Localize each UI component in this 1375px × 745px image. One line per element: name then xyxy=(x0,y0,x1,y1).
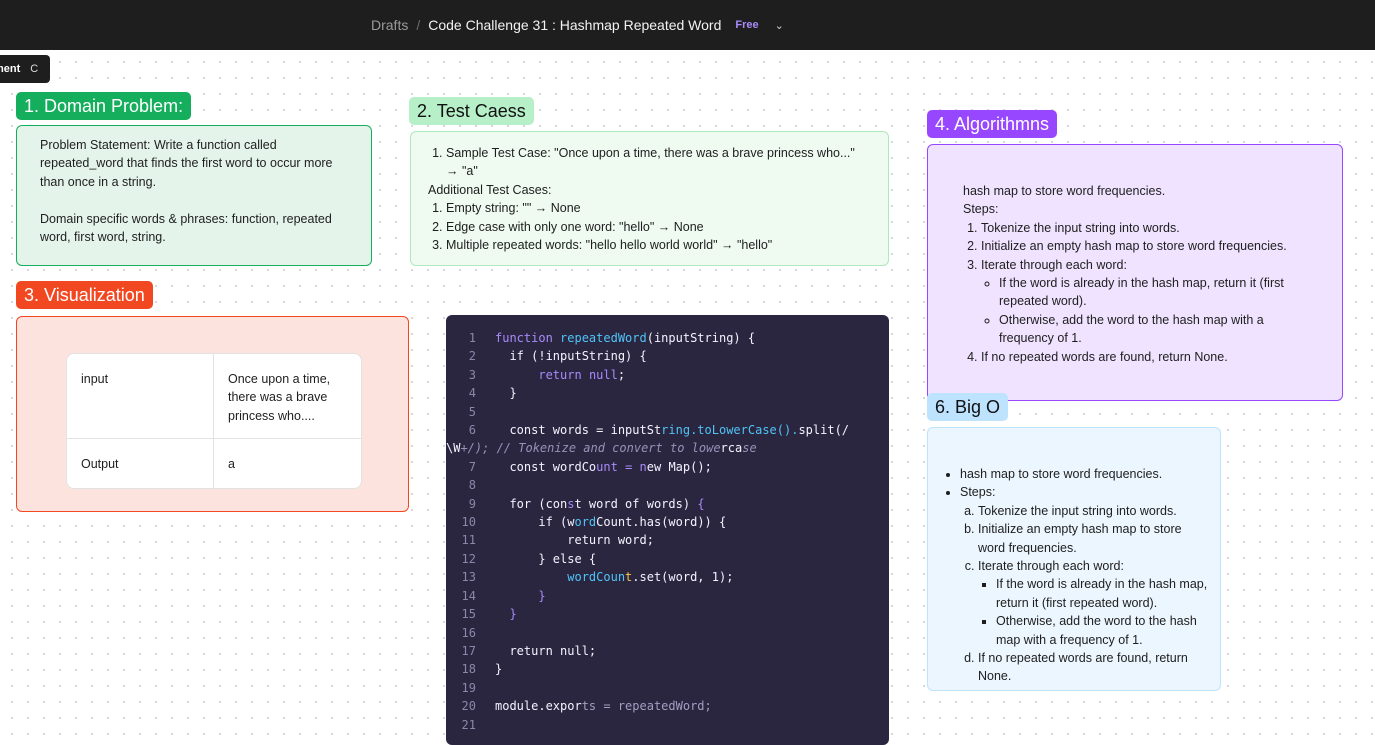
algorithm-substep: If the word is already in the hash map, … xyxy=(999,274,1322,311)
code-line: 18} xyxy=(461,662,503,677)
code-line: 10 if (wordCount.has(word)) { xyxy=(461,515,727,530)
table-row: input Once upon a time, there was a brav… xyxy=(67,354,361,439)
code-block[interactable]: 1 function repeatedWord(inputString) { 2 … xyxy=(446,315,889,745)
test-cases-sticky[interactable]: Sample Test Case: "Once upon a time, the… xyxy=(410,131,889,266)
algorithm-step: Initialize an empty hash map to store wo… xyxy=(981,237,1322,255)
code-lines: 1 function repeatedWord(inputString) { 2 … xyxy=(446,329,889,734)
algorithms-sticky[interactable]: hash map to store word frequencies. Step… xyxy=(927,144,1343,401)
code-line: 7 const wordCount = new Map(); xyxy=(468,459,712,474)
breadcrumb-separator: / xyxy=(416,17,421,33)
big-o-label[interactable]: 6. Big O xyxy=(927,393,1009,421)
domain-problem-sticky[interactable]: Problem Statement: Write a function call… xyxy=(16,125,372,266)
code-line: 14 } xyxy=(461,588,546,603)
test-cases-label[interactable]: 2. Test Caess xyxy=(409,97,534,125)
code-line: 15 } xyxy=(461,607,517,622)
breadcrumb: Drafts / Code Challenge 31 : Hashmap Rep… xyxy=(371,0,784,50)
plan-badge[interactable]: Free xyxy=(735,19,758,31)
algorithm-step: If no repeated words are found, return N… xyxy=(981,348,1322,366)
code-line: 21 xyxy=(461,717,476,732)
tooltip: ment C xyxy=(0,55,50,83)
big-o-bullet: Steps: Tokenize the input string into wo… xyxy=(960,483,1210,685)
table-cell: a xyxy=(228,457,235,471)
algorithm-step: Iterate through each word: If the word i… xyxy=(981,256,1322,348)
code-line: 16 xyxy=(461,625,476,640)
top-bar: ) Drafts / Code Challenge 31 : Hashmap R… xyxy=(0,0,1375,50)
algorithms-intro: hash map to store word frequencies. xyxy=(963,184,1166,198)
big-o-step: Iterate through each word: If the word i… xyxy=(978,557,1210,649)
visualization-sticky[interactable]: input Once upon a time, there was a brav… xyxy=(16,316,409,512)
additional-heading: Additional Test Cases: xyxy=(428,182,552,197)
io-table[interactable]: input Once upon a time, there was a brav… xyxy=(66,353,362,489)
big-o-steps-heading: Steps: xyxy=(960,485,996,500)
table-cell: Once upon a time, there was a brave prin… xyxy=(213,354,361,439)
table-cell: Output xyxy=(67,438,214,488)
code-line: 2 if (!inputString) { xyxy=(468,349,647,364)
problem-statement: Problem Statement: Write a function call… xyxy=(40,138,333,189)
table-cell: input xyxy=(67,354,214,439)
code-line: 11 return word; xyxy=(461,533,654,548)
algorithms-label[interactable]: 4. Algorithmns xyxy=(927,110,1058,138)
code-line: 6 const words = inputString.toLowerCase(… xyxy=(468,423,850,438)
test-case-item: Edge case with only one word: "hello" → … xyxy=(446,218,870,236)
algorithm-step-text: Iterate through each word: xyxy=(981,257,1127,272)
code-line: 17 return null; xyxy=(461,643,597,658)
code-line: 4 } xyxy=(468,386,517,401)
algorithms-steps-heading: Steps: xyxy=(963,202,999,217)
big-o-sticky[interactable]: hash map to store word frequencies. Step… xyxy=(927,427,1221,691)
big-o-step: Initialize an empty hash map to store wo… xyxy=(978,520,1210,557)
code-line: 8 xyxy=(468,478,476,493)
tooltip-shortcut: C xyxy=(30,63,39,75)
test-case-item: Multiple repeated words: "hello hello wo… xyxy=(446,236,870,254)
algorithm-step: Tokenize the input string into words. xyxy=(981,219,1322,237)
code-line: 3 return null; xyxy=(468,367,626,382)
big-o-bullet: hash map to store word frequencies. xyxy=(960,465,1210,483)
algorithm-substep: Otherwise, add the word to the hash map … xyxy=(999,311,1322,348)
sample-test-case: Sample Test Case: "Once upon a time, the… xyxy=(446,144,870,181)
big-o-step: If no repeated words are found, return N… xyxy=(978,649,1210,686)
big-o-substep: If the word is already in the hash map, … xyxy=(996,575,1210,612)
breadcrumb-drafts[interactable]: Drafts xyxy=(371,17,408,33)
code-line: 5 xyxy=(468,404,476,419)
chevron-down-icon[interactable]: ⌄ xyxy=(775,19,784,32)
code-line: \W+/); // Tokenize and convert to lowerc… xyxy=(446,441,757,456)
visualization-label[interactable]: 3. Visualization xyxy=(16,281,153,309)
big-o-substep: Otherwise, add the word to the hash map … xyxy=(996,612,1210,649)
code-line: 20 module.exports = repeatedWord; xyxy=(461,699,712,714)
code-line: 12 } else { xyxy=(461,551,597,566)
code-line: 19 xyxy=(461,680,476,695)
test-case-item: Empty string: "" → None xyxy=(446,199,870,217)
code-line: 1 function repeatedWord(inputString) { xyxy=(468,331,756,345)
file-title[interactable]: Code Challenge 31 : Hashmap Repeated Wor… xyxy=(428,17,721,33)
tooltip-text: ment xyxy=(0,63,21,75)
code-line: 9 for (const word of words) { xyxy=(468,496,705,511)
code-line: 13 wordCount.set(word, 1); xyxy=(461,570,734,585)
domain-words: Domain specific words & phrases: functio… xyxy=(40,211,332,245)
big-o-step-text: Iterate through each word: xyxy=(978,559,1124,574)
table-row: Output a xyxy=(67,438,361,488)
big-o-step: Tokenize the input string into words. xyxy=(978,502,1210,520)
domain-problem-label[interactable]: 1. Domain Problem: xyxy=(16,92,192,120)
